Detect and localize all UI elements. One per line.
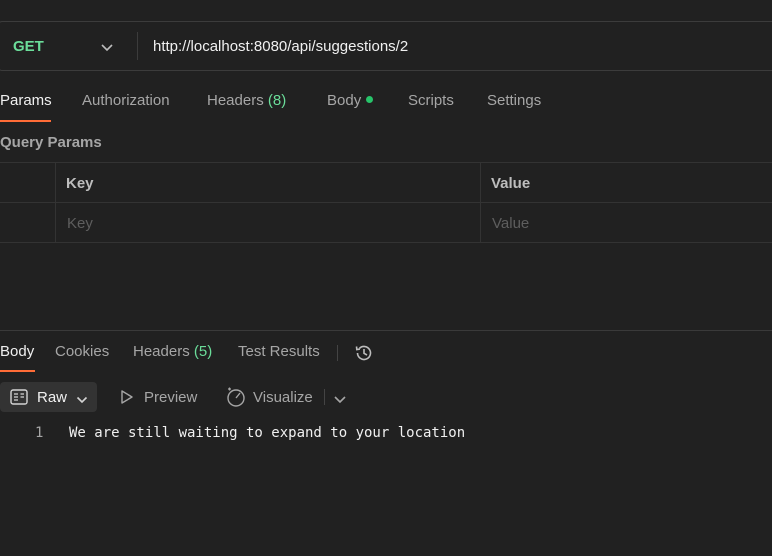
response-tab-headers[interactable]: Headers (5) (133, 343, 212, 360)
response-tab-headers-label: Headers (133, 343, 190, 360)
body-indicator-dot (366, 96, 374, 103)
response-tab-cookies[interactable]: Cookies (55, 343, 109, 360)
response-divider[interactable] (0, 330, 772, 331)
request-tabs: Params Authorization Headers (8) Body Sc… (0, 92, 772, 122)
url-input[interactable]: http://localhost:8080/api/suggestions/2 (153, 38, 408, 55)
column-divider (480, 163, 481, 202)
line-number: 1 (35, 425, 44, 441)
request-url-bar: GET http://localhost:8080/api/suggestion… (0, 21, 772, 71)
column-divider (55, 163, 56, 202)
param-key-input[interactable]: Key (67, 215, 93, 232)
column-header-value: Value (491, 175, 531, 192)
tab-headers-count: (8) (267, 92, 287, 109)
visualize-button[interactable]: Visualize (225, 386, 313, 412)
response-body-line: We are still waiting to expand to your l… (69, 425, 466, 441)
tab-body[interactable]: Body (327, 92, 374, 109)
divider (137, 32, 138, 60)
table-header-row: Key Value (0, 162, 772, 202)
param-value-input[interactable]: Value (492, 215, 529, 232)
active-response-tab-indicator (0, 370, 35, 372)
divider (324, 389, 325, 405)
preview-button[interactable]: Preview (119, 389, 197, 409)
document-icon (10, 389, 28, 409)
response-tab-body[interactable]: Body (0, 343, 34, 360)
raw-format-label: Raw (37, 389, 68, 406)
raw-format-button[interactable]: Raw (0, 382, 97, 412)
table-row: Key Value (0, 202, 772, 243)
response-tab-headers-count: (5) (193, 343, 213, 360)
tab-authorization[interactable]: Authorization (82, 92, 170, 109)
column-divider (480, 203, 481, 242)
visualize-icon (225, 387, 247, 412)
response-tabs: Body Cookies Headers (5) Test Results (0, 343, 772, 373)
tab-body-label: Body (327, 92, 362, 109)
tab-headers[interactable]: Headers (8) (207, 92, 286, 109)
query-params-title: Query Params (0, 134, 102, 151)
method-selector[interactable]: GET (13, 38, 44, 55)
tab-scripts[interactable]: Scripts (408, 92, 454, 109)
tab-params[interactable]: Params (0, 92, 52, 109)
divider (337, 345, 338, 361)
chevron-down-icon[interactable] (333, 392, 347, 409)
response-tab-test-results[interactable]: Test Results (238, 343, 320, 360)
chevron-down-icon[interactable] (100, 40, 114, 57)
preview-label: Preview (144, 389, 198, 406)
tab-headers-label: Headers (207, 92, 264, 109)
column-header-key: Key (66, 175, 94, 192)
column-divider (55, 203, 56, 242)
play-icon (119, 390, 135, 409)
visualize-label: Visualize (253, 389, 313, 406)
query-params-table: Key Value Key Value (0, 162, 772, 243)
history-icon[interactable] (354, 343, 374, 367)
tab-settings[interactable]: Settings (487, 92, 541, 109)
chevron-down-icon (76, 392, 88, 409)
active-tab-indicator (0, 120, 51, 122)
